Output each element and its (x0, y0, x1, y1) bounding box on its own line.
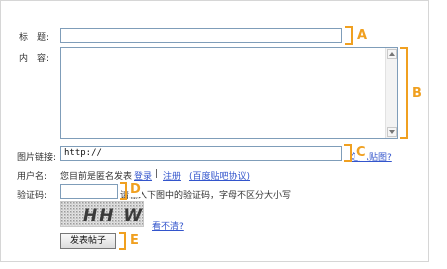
link-separator: | (155, 169, 159, 179)
annotation-bracket-e (119, 232, 126, 250)
image-link-input[interactable]: http:// (60, 146, 342, 161)
captcha-input[interactable] (60, 184, 118, 199)
username-label: 用户名: (17, 172, 48, 182)
content-textarea[interactable] (60, 47, 398, 139)
annotation-tag-a: A (357, 28, 368, 43)
image-link-label: 图片链接: (17, 153, 57, 163)
annotation-bracket-c (344, 144, 352, 162)
agreement-link[interactable]: (百度贴吧协议) (189, 169, 250, 182)
annotation-bracket-a (345, 26, 353, 45)
title-input[interactable] (60, 28, 342, 43)
scroll-down-button[interactable] (387, 127, 397, 137)
register-link[interactable]: 注册 (163, 169, 181, 182)
arrow-up-icon (389, 52, 395, 56)
captcha-refresh-link[interactable]: 看不清? (152, 219, 184, 232)
annotation-tag-c: C (355, 145, 367, 160)
content-scrollbar[interactable] (385, 48, 397, 138)
anonymous-notice: 您目前是匿名发表 (60, 172, 133, 182)
annotation-tag-d: D (129, 182, 142, 197)
title-label: 标 题: (19, 33, 50, 43)
login-link[interactable]: 登录 (134, 169, 152, 182)
annotation-bracket-b (400, 47, 408, 139)
captcha-image: HH WX (60, 201, 144, 227)
arrow-down-icon (389, 130, 395, 134)
captcha-instruction: 请输入下图中的验证码，字母不区分大小写 (120, 191, 292, 201)
submit-post-button[interactable]: 发表帖子 (60, 233, 116, 249)
captcha-code: HH WX (83, 206, 144, 226)
image-link-input-value: http:// (64, 148, 102, 158)
scroll-up-button[interactable] (387, 49, 397, 59)
content-label: 内 容: (19, 54, 50, 64)
annotation-tag-e: E (130, 233, 139, 248)
annotation-tag-b: B (412, 86, 422, 101)
captcha-label: 验证码: (17, 191, 48, 201)
annotation-bracket-d (120, 182, 127, 200)
